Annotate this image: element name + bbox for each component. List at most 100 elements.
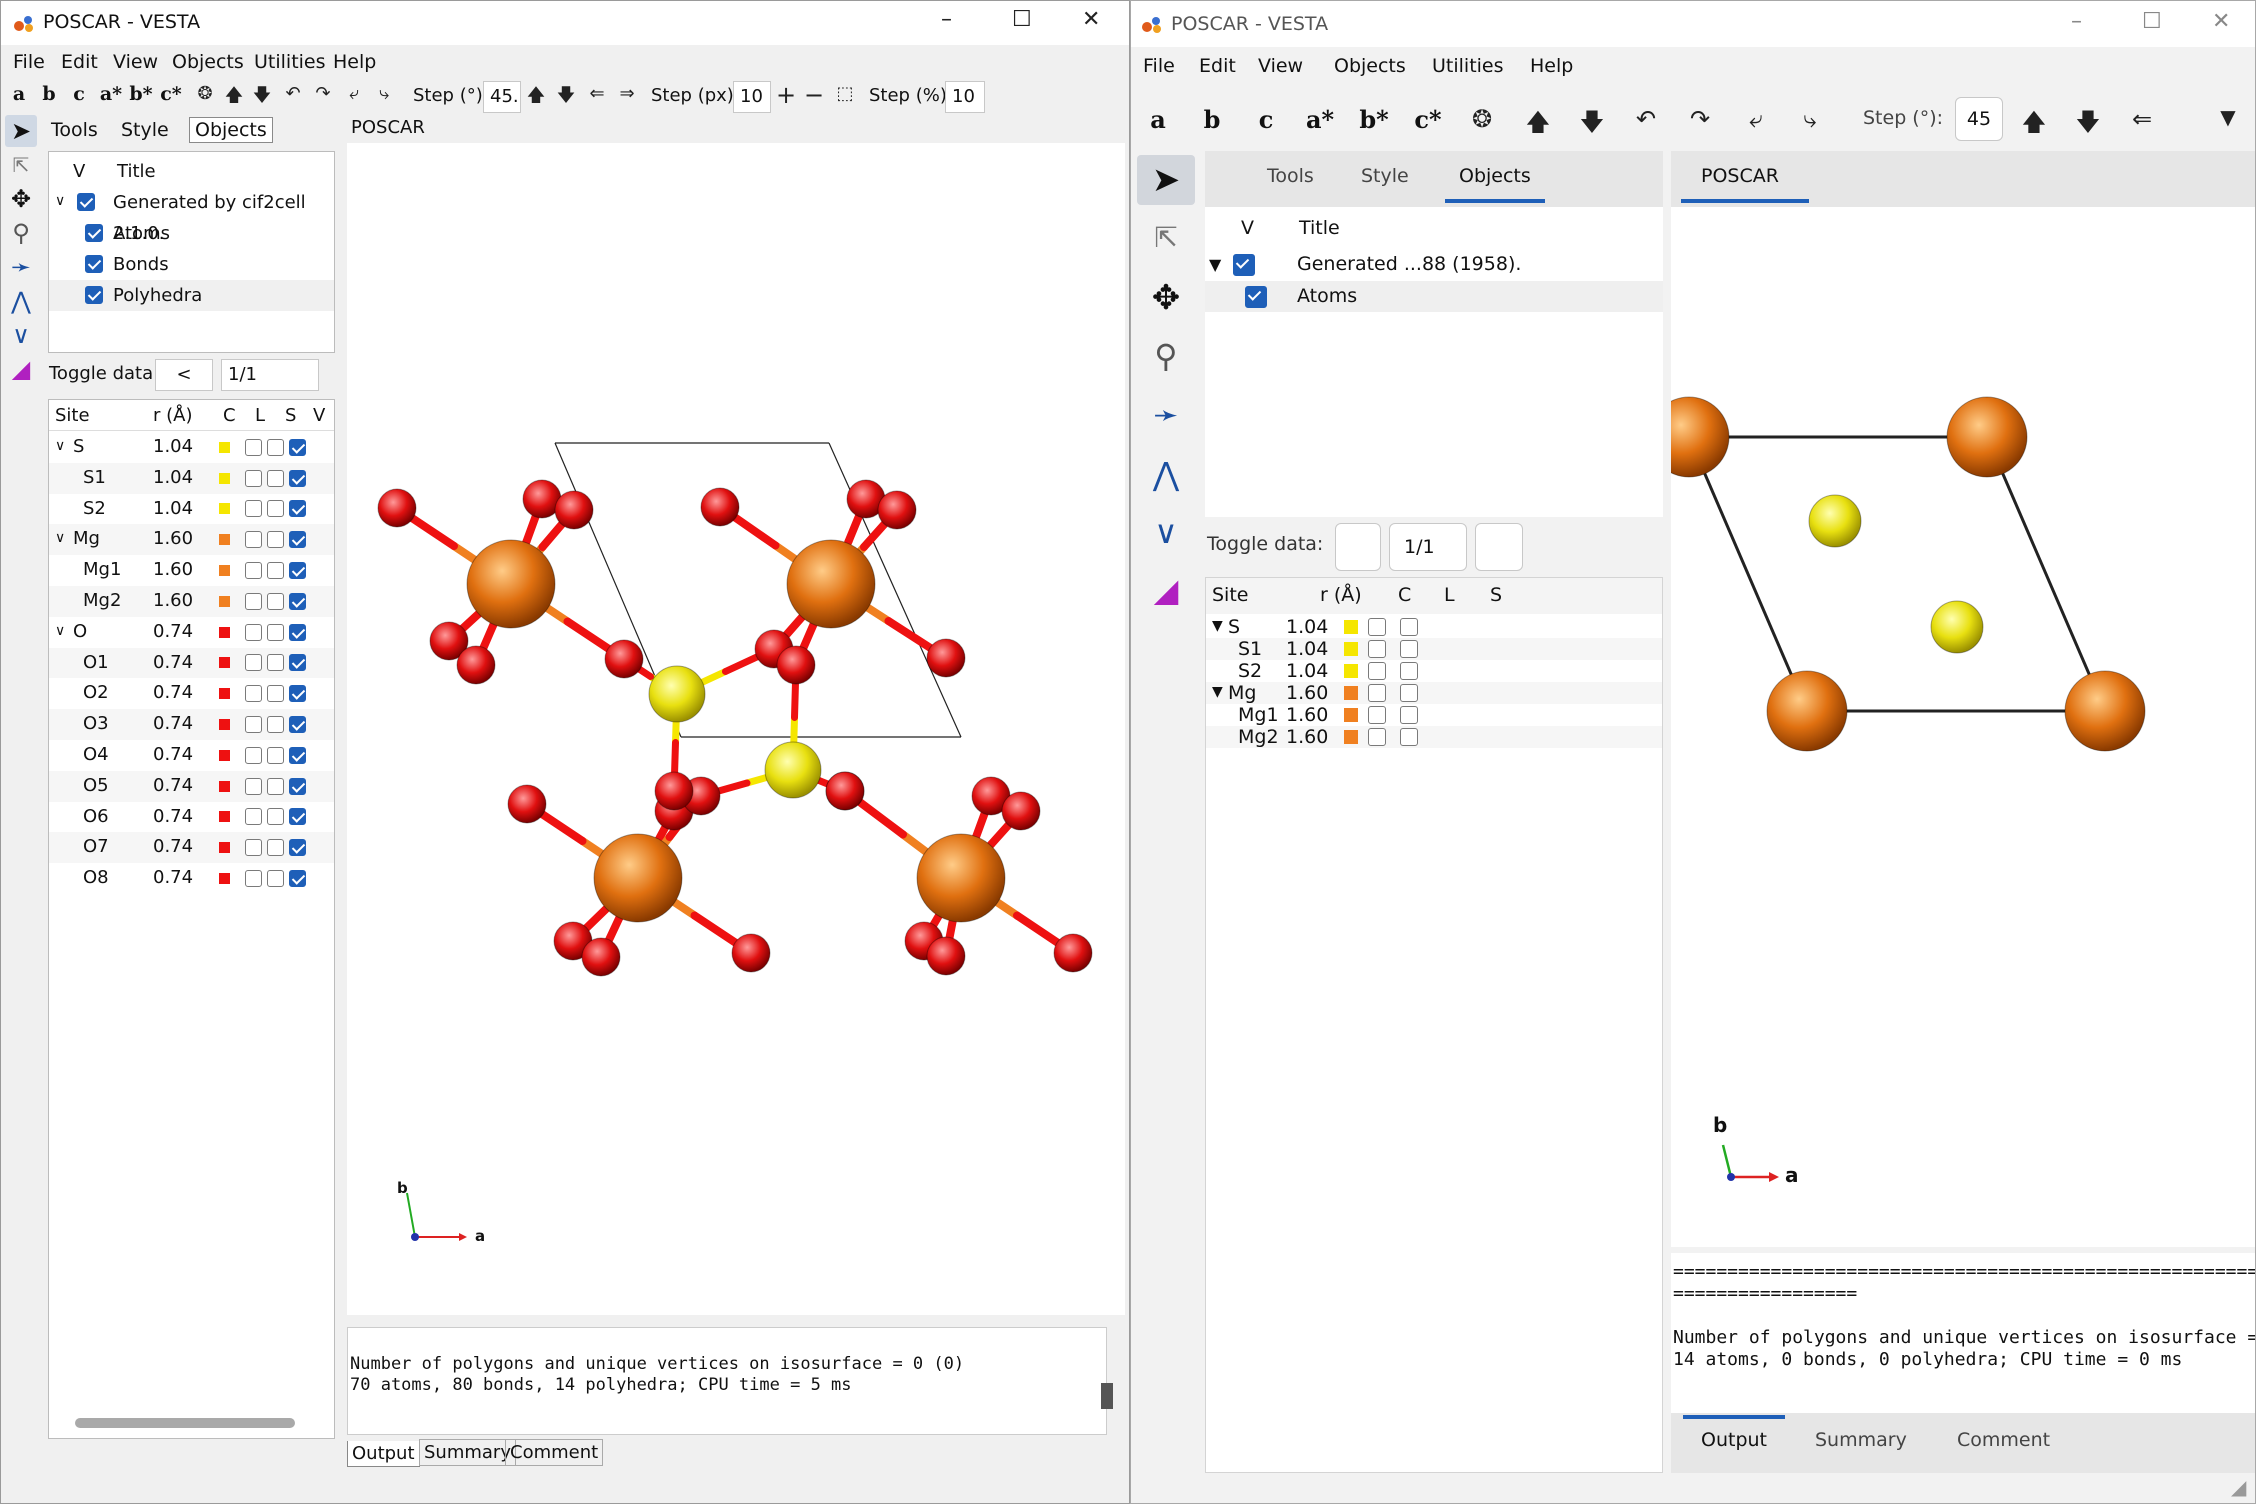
label-checkbox[interactable] bbox=[245, 562, 262, 580]
select-region-icon[interactable]: ⇱ bbox=[1137, 213, 1195, 263]
site-color-swatch[interactable] bbox=[219, 503, 230, 515]
rotate-cw-icon[interactable]: ⤷ bbox=[373, 83, 395, 104]
object-visibility-checkbox[interactable] bbox=[77, 193, 95, 211]
tab-objects[interactable]: Objects bbox=[1459, 165, 1531, 187]
style-checkbox[interactable] bbox=[267, 469, 284, 487]
angle-tool-icon[interactable]: ⋀ bbox=[1137, 449, 1195, 499]
site-color-swatch[interactable] bbox=[1344, 708, 1358, 722]
style-checkbox[interactable] bbox=[267, 685, 284, 703]
horizontal-scrollbar[interactable] bbox=[75, 1418, 295, 1428]
site-row-o6[interactable]: O6 0.74 bbox=[49, 802, 334, 833]
rotate-down-icon[interactable]: 🡇 bbox=[1577, 105, 1607, 146]
zoom-in-icon[interactable]: + bbox=[775, 81, 797, 109]
translate-left-icon[interactable]: ⇐ bbox=[585, 83, 609, 104]
site-color-swatch[interactable] bbox=[219, 688, 230, 700]
site-row-mg2[interactable]: Mg2 1.60 bbox=[1206, 726, 1662, 748]
site-row-s[interactable]: ∨ S 1.04 bbox=[49, 432, 334, 463]
label-checkbox[interactable] bbox=[245, 654, 262, 672]
tab-summary[interactable]: Summary bbox=[1815, 1429, 1907, 1451]
atoms-visibility-checkbox[interactable] bbox=[85, 224, 103, 242]
step-pct-input[interactable]: 10 bbox=[945, 81, 985, 113]
object-visibility-checkbox[interactable] bbox=[1233, 254, 1255, 276]
style-checkbox[interactable] bbox=[267, 777, 284, 795]
site-row-mg1[interactable]: Mg1 1.60 bbox=[49, 555, 334, 586]
visible-checkbox[interactable] bbox=[289, 562, 306, 580]
site-color-swatch[interactable] bbox=[219, 780, 230, 792]
menu-objects[interactable]: Objects bbox=[172, 51, 244, 73]
rotate-ccw-icon[interactable]: ⤶ bbox=[1741, 105, 1771, 133]
step-px-input[interactable]: 10 bbox=[733, 81, 771, 113]
style-checkbox[interactable] bbox=[267, 839, 284, 857]
label-checkbox[interactable] bbox=[245, 469, 262, 487]
style-checkbox[interactable] bbox=[267, 500, 284, 518]
view-along-c-button[interactable]: c bbox=[1253, 105, 1279, 134]
label-checkbox[interactable] bbox=[1368, 728, 1386, 746]
visible-checkbox[interactable] bbox=[289, 592, 306, 610]
visible-checkbox[interactable] bbox=[289, 623, 306, 641]
visible-checkbox[interactable] bbox=[289, 746, 306, 764]
translate-tool-icon[interactable]: ✥ bbox=[5, 183, 37, 215]
site-row-mg[interactable]: ∨ Mg 1.60 bbox=[49, 524, 334, 556]
tab-comment[interactable]: Comment bbox=[505, 1439, 604, 1466]
tab-style[interactable]: Style bbox=[121, 119, 169, 141]
site-color-swatch[interactable] bbox=[219, 441, 230, 453]
rotate-down-icon[interactable]: 🡇 bbox=[251, 83, 273, 113]
structure-canvas[interactable] bbox=[1648, 207, 2256, 1247]
view-along-b-button[interactable]: b bbox=[1199, 105, 1225, 134]
visible-checkbox[interactable] bbox=[289, 500, 306, 518]
site-row-o1[interactable]: O1 0.74 bbox=[49, 647, 334, 679]
site-color-swatch[interactable] bbox=[219, 873, 230, 885]
visible-checkbox[interactable] bbox=[289, 469, 306, 487]
tab-output[interactable]: Output bbox=[1701, 1429, 1767, 1451]
site-row-s[interactable]: ▼ S 1.04 bbox=[1206, 616, 1662, 638]
close-button[interactable]: ✕ bbox=[1082, 7, 1100, 32]
label-checkbox[interactable] bbox=[1368, 706, 1386, 724]
minimize-button[interactable]: – bbox=[941, 7, 952, 32]
menu-utilities[interactable]: Utilities bbox=[254, 51, 326, 73]
menu-file[interactable]: File bbox=[13, 51, 45, 73]
atoms-visibility-checkbox[interactable] bbox=[1245, 286, 1267, 308]
rotate-ccw-icon[interactable]: ⤶ bbox=[343, 83, 365, 104]
site-row-mg1[interactable]: Mg1 1.60 bbox=[1206, 704, 1662, 726]
toggle-prev-button[interactable]: < bbox=[155, 359, 213, 391]
label-checkbox[interactable] bbox=[245, 438, 262, 456]
object-row-atoms[interactable]: Atoms bbox=[49, 218, 334, 249]
label-checkbox[interactable] bbox=[1368, 640, 1386, 658]
object-row-generated[interactable]: ∨ Generated by cif2cell 2.1.0. bbox=[49, 187, 334, 244]
site-row-o2[interactable]: O2 0.74 bbox=[49, 678, 334, 709]
step-up-icon[interactable]: 🡅 bbox=[525, 83, 547, 113]
view-tab-poscar[interactable]: POSCAR bbox=[351, 117, 425, 138]
visible-checkbox[interactable] bbox=[289, 716, 306, 734]
label-checkbox[interactable] bbox=[245, 531, 262, 549]
dihedral-tool-icon[interactable]: ∨ bbox=[5, 319, 37, 351]
label-checkbox[interactable] bbox=[245, 685, 262, 703]
site-color-swatch[interactable] bbox=[1344, 730, 1358, 744]
select-region-icon[interactable]: ⇱ bbox=[5, 149, 37, 181]
style-checkbox[interactable] bbox=[267, 623, 284, 641]
menu-view[interactable]: View bbox=[113, 51, 158, 73]
site-row-s2[interactable]: S2 1.04 bbox=[1206, 660, 1662, 682]
style-checkbox[interactable] bbox=[267, 562, 284, 580]
toggle-data-input[interactable]: 1/1 bbox=[221, 359, 319, 391]
resize-grip-icon[interactable]: ◢ bbox=[2231, 1475, 2246, 1499]
translate-left-icon[interactable]: ⇐ bbox=[2127, 105, 2157, 133]
visible-checkbox[interactable] bbox=[289, 531, 306, 549]
menu-utilities[interactable]: Utilities bbox=[1432, 55, 1504, 77]
maximize-button[interactable]: ☐ bbox=[1012, 7, 1032, 32]
site-row-mg2[interactable]: Mg2 1.60 bbox=[49, 586, 334, 617]
style-checkbox[interactable] bbox=[267, 716, 284, 734]
site-color-swatch[interactable] bbox=[219, 534, 230, 546]
rotate-cw-icon[interactable]: ⤷ bbox=[1795, 105, 1825, 133]
minimize-button[interactable]: – bbox=[2071, 9, 2082, 34]
lattice-plane-icon[interactable]: ◢ bbox=[5, 353, 37, 385]
site-color-swatch[interactable] bbox=[1344, 620, 1358, 634]
menu-view[interactable]: View bbox=[1258, 55, 1303, 77]
object-row-atoms[interactable]: Atoms bbox=[1205, 281, 1663, 312]
visible-checkbox[interactable] bbox=[289, 777, 306, 795]
style-checkbox[interactable] bbox=[1400, 706, 1418, 724]
standard-orientation-icon[interactable]: ❂ bbox=[193, 83, 217, 104]
site-row-o3[interactable]: O3 0.74 bbox=[49, 709, 334, 740]
expand-arrow-icon[interactable]: ▼ bbox=[1212, 684, 1223, 700]
label-checkbox[interactable] bbox=[245, 746, 262, 764]
site-color-swatch[interactable] bbox=[219, 595, 230, 607]
